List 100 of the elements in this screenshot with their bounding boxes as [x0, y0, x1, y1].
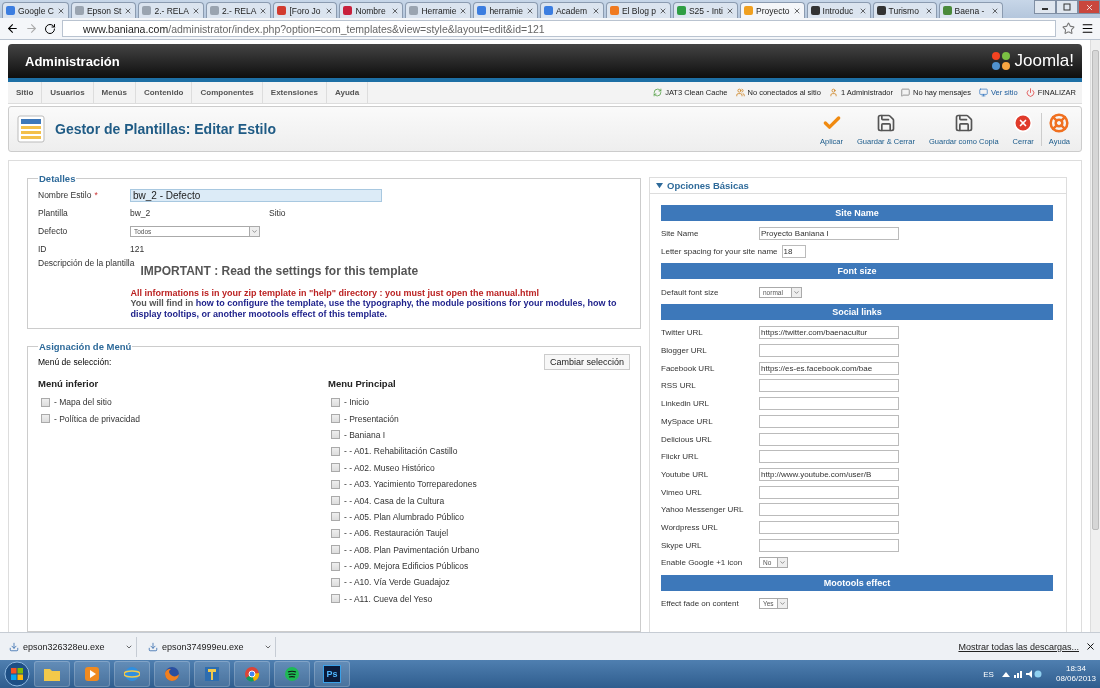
taskbar-app[interactable] [194, 661, 230, 687]
start-icon[interactable] [4, 661, 30, 687]
download-item[interactable]: epson374999eu.exe [143, 636, 276, 657]
text-field[interactable] [759, 379, 899, 393]
field-label: ID [38, 244, 48, 254]
browser-tab[interactable]: Google C [2, 2, 69, 18]
checkbox[interactable] [41, 397, 50, 407]
checkbox[interactable] [331, 446, 340, 456]
checkbox[interactable] [331, 414, 340, 424]
checkbox[interactable] [331, 512, 340, 522]
text-field[interactable]: 18 [781, 245, 806, 259]
checkbox-label: - - A03. Yacimiento Torreparedones [344, 479, 477, 490]
reload-icon[interactable] [44, 22, 56, 35]
menu-title: Menu Principal [328, 378, 397, 389]
browser-tab[interactable]: 2.- RELA [138, 2, 204, 18]
taskbar-app[interactable] [34, 661, 70, 687]
checkbox[interactable] [331, 397, 340, 407]
toggle-selection-button[interactable]: Cambiar selección [543, 354, 630, 370]
clock[interactable]: 18:34 08/06/2013 [1055, 664, 1096, 684]
text-field[interactable] [759, 503, 899, 517]
checkbox[interactable] [331, 528, 340, 538]
menu-icon[interactable] [1081, 22, 1094, 35]
field-label: Defecto [38, 226, 69, 236]
browser-tab[interactable]: Baena - [938, 2, 1003, 18]
scrollbar[interactable] [1090, 40, 1100, 632]
save-icon [876, 112, 896, 133]
field-value: 121 [130, 244, 145, 254]
section-legend: Detalles [38, 173, 77, 184]
checkbox[interactable] [331, 594, 340, 604]
nav-menu-item[interactable]: Componentes [192, 81, 263, 104]
style-name-field[interactable]: bw_2 - Defecto [130, 188, 382, 202]
back-icon[interactable] [6, 22, 19, 35]
browser-tab[interactable]: El Blog p [605, 2, 671, 18]
browser-tab[interactable]: Introduc [806, 2, 871, 18]
checkbox[interactable] [331, 496, 340, 506]
browser-tab[interactable]: S25 - Inti [672, 2, 738, 18]
page-title: Gestor de Plantillas: Editar Estilo [55, 121, 276, 137]
browser-tab[interactable]: Turismo [872, 2, 937, 18]
text-field[interactable]: Proyecto Baniana I [759, 227, 899, 241]
text-field[interactable] [759, 432, 899, 446]
warning-text: All informations is in your zip template in "help" directory : you must just open the manual.html [130, 288, 540, 298]
checkbox-label: - - A10. Vía Verde Guadajoz [344, 577, 450, 588]
checkbox[interactable] [331, 578, 340, 587]
browser-tab[interactable]: Epson St [70, 2, 137, 18]
taskbar-app[interactable]: Ps [314, 661, 350, 687]
nav-menu-item[interactable]: Usuarios [42, 81, 94, 104]
layout-icon [17, 115, 45, 143]
text-field[interactable]: https://twitter.com/baenacultur [759, 326, 899, 340]
taskbar-app[interactable] [234, 661, 270, 687]
text-field[interactable] [759, 485, 899, 499]
browser-tab[interactable]: herramie [473, 2, 538, 18]
text-field[interactable] [759, 414, 899, 428]
dropdown-icon [793, 288, 800, 296]
text-field[interactable]: http://www.youtube.com/user/B [759, 467, 899, 481]
taskbar-app[interactable] [114, 661, 150, 687]
nav-menu-item[interactable]: Ayuda [326, 81, 369, 104]
checkbox[interactable] [331, 479, 340, 489]
browser-tab[interactable]: Academ [539, 2, 604, 18]
text-field[interactable] [759, 397, 899, 411]
checkbox[interactable] [331, 430, 340, 440]
text-field[interactable] [759, 344, 899, 358]
browser-tab[interactable]: Herramie [405, 2, 472, 18]
nav-menu-item[interactable]: Contenido [135, 81, 193, 104]
address-field[interactable]: www.baniana.com/administrator/index.php?option=com_templates&view=style&layout=edit&id=121 [62, 20, 1056, 37]
expand-arrow-icon[interactable] [656, 182, 663, 189]
circle-icon [244, 666, 260, 682]
language-indicator[interactable]: ES [983, 669, 994, 679]
checkbox-label: - - A11. Cueva del Yeso [344, 593, 433, 604]
message-icon [901, 88, 910, 97]
checkbox-label: - Presentación [344, 413, 399, 424]
taskbar-app[interactable] [274, 661, 310, 687]
checkbox[interactable] [331, 545, 340, 555]
browser-tab[interactable]: 2.- RELA [205, 2, 272, 18]
browser-tab[interactable]: Proyecto [740, 2, 805, 18]
nav-menu-item[interactable]: Extensiones [262, 81, 327, 104]
dropdown-icon [779, 559, 786, 567]
minimize-button[interactable] [1034, 0, 1056, 14]
text-field[interactable] [759, 450, 899, 464]
taskbar-app[interactable] [154, 661, 190, 687]
nav-menu-item[interactable]: Menús [93, 81, 136, 104]
admin-title: Administración [25, 53, 120, 69]
nav-menu-item[interactable]: Sitio [8, 81, 43, 104]
dropdown-icon [779, 600, 786, 608]
taskbar-app[interactable] [74, 661, 110, 687]
browser-tab[interactable]: Nombre [339, 2, 404, 18]
bookmark-star-icon[interactable] [1062, 22, 1075, 35]
checkbox[interactable] [41, 414, 50, 424]
browser-tab[interactable]: [Foro Jo [273, 2, 338, 18]
show-all-downloads-link[interactable]: Mostrar todas las descargas... [958, 641, 1079, 652]
checkbox[interactable] [331, 463, 340, 473]
field-label: Skype URL [661, 540, 703, 550]
close-icon[interactable] [1085, 641, 1096, 652]
download-item[interactable]: epson326328eu.exe [4, 636, 137, 657]
text-field[interactable]: https://es-es.facebook.com/bae [759, 361, 899, 375]
text-field[interactable] [759, 520, 899, 534]
field-label: Descripción de la plantilla [38, 258, 135, 268]
checkbox[interactable] [331, 561, 340, 571]
close-button[interactable] [1078, 0, 1100, 14]
text-field[interactable] [759, 538, 899, 552]
forward-icon[interactable] [25, 22, 38, 35]
